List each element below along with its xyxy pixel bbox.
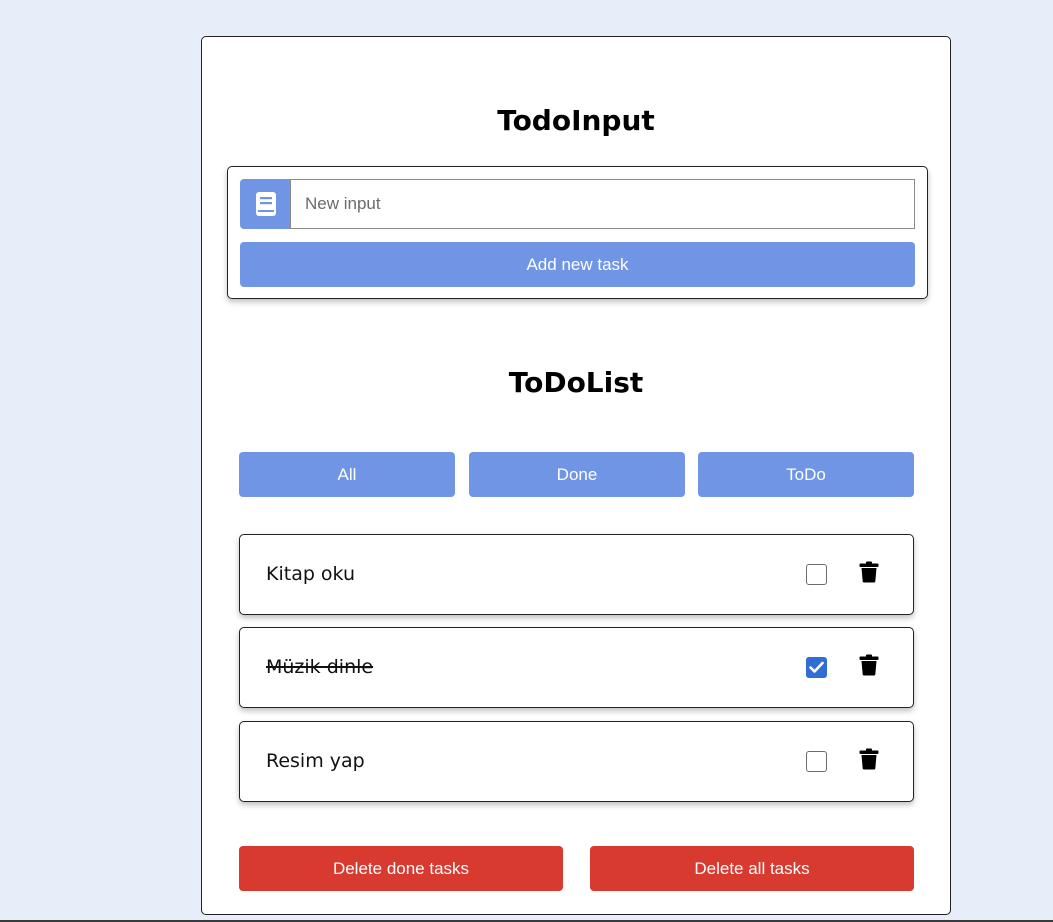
trash-icon[interactable] — [859, 748, 879, 770]
todo-item-checkbox[interactable] — [806, 751, 827, 772]
add-task-button[interactable]: Add new task — [240, 242, 915, 287]
new-task-input[interactable] — [290, 179, 915, 229]
book-icon — [240, 179, 291, 229]
delete-all-tasks-button[interactable]: Delete all tasks — [590, 846, 914, 891]
trash-icon[interactable] — [859, 654, 879, 676]
todo-list-heading: ToDoList — [508, 366, 644, 399]
todo-item: Kitap oku — [239, 534, 914, 615]
todo-input-heading: TodoInput — [497, 104, 655, 137]
todo-item-text: Müzik dinle — [266, 656, 374, 678]
todo-item-checkbox[interactable] — [806, 657, 827, 678]
delete-done-tasks-button[interactable]: Delete done tasks — [239, 846, 563, 891]
todo-item-checkbox[interactable] — [806, 564, 827, 585]
filter-all-button[interactable]: All — [239, 452, 455, 497]
todo-item: Müzik dinle — [239, 627, 914, 708]
trash-icon[interactable] — [859, 561, 879, 583]
filter-todo-button[interactable]: ToDo — [698, 452, 914, 497]
todo-item: Resim yap — [239, 721, 914, 802]
todo-card: TodoInput Add new task ToDoList All Done… — [201, 36, 951, 915]
filter-done-button[interactable]: Done — [469, 452, 685, 497]
todo-item-text: Resim yap — [266, 750, 365, 772]
todo-item-text: Kitap oku — [266, 563, 356, 585]
new-task-panel: Add new task — [227, 166, 928, 299]
